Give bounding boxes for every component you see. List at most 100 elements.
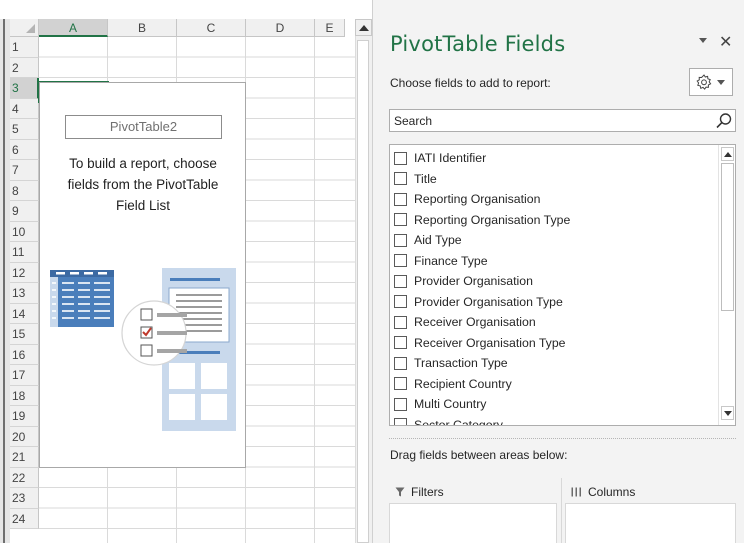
field-list-scroll-down[interactable] [721,406,734,420]
column-header-a[interactable]: A [39,19,108,37]
field-checkbox[interactable] [394,356,407,370]
field-item[interactable]: Reporting Organisation Type [390,210,718,231]
drag-fields-label: Drag fields between areas below: [390,448,568,462]
field-list[interactable]: IATI Identifier Title Reporting Organisati… [389,144,736,426]
select-all-triangle-icon [26,24,35,33]
column-header-d[interactable]: D [246,19,315,37]
field-item[interactable]: Recipient Country [390,374,718,395]
field-item[interactable]: IATI Identifier [390,148,718,169]
row-header-19[interactable]: 19 [10,406,39,427]
areas-divider [561,478,562,543]
row-header-13[interactable]: 13 [10,283,39,304]
field-checkbox[interactable] [394,151,407,165]
row-header-15[interactable]: 15 [10,324,39,345]
row-header-23[interactable]: 23 [10,488,39,509]
field-item[interactable]: Provider Organisation [390,271,718,292]
row-header-4[interactable]: 4 [10,98,39,119]
pivot-hint-text: To build a report, choose fields from th… [48,153,238,216]
columns-area-label: Columns [588,485,636,499]
search-box[interactable] [389,109,736,132]
row-header-20[interactable]: 20 [10,426,39,447]
pane-options-caret-icon[interactable] [699,38,707,43]
pane-splitter[interactable] [389,438,736,439]
sheet-scroll-thumb[interactable] [357,40,369,543]
search-icon[interactable] [715,112,733,130]
row-header-7[interactable]: 7 [10,160,39,181]
row-header-9[interactable]: 9 [10,201,39,222]
field-item[interactable]: Reporting Organisation [390,189,718,210]
row-header-16[interactable]: 16 [10,344,39,365]
field-label: Transaction Type [414,356,508,371]
field-checkbox[interactable] [394,295,407,309]
field-checkbox[interactable] [394,336,407,350]
field-checkbox[interactable] [394,172,407,186]
field-label: Receiver Organisation [414,315,536,330]
row-header-11[interactable]: 11 [10,242,39,263]
field-checkbox[interactable] [394,213,407,227]
filter-funnel-icon [395,487,405,497]
field-list-scrollbar[interactable] [718,145,735,425]
field-label: Sector Category [414,417,503,426]
row-header-12[interactable]: 12 [10,262,39,283]
row-header-24[interactable]: 24 [10,508,39,529]
pivot-hint-line-2: fields from the PivotTable [67,177,219,192]
sheet-scroll-up-button[interactable] [355,19,372,36]
field-checkbox[interactable] [394,315,407,329]
field-item[interactable]: Title [390,169,718,190]
row-header-18[interactable]: 18 [10,385,39,406]
pivot-illustration [50,268,236,431]
field-checkbox[interactable] [394,418,407,425]
field-item[interactable]: Multi Country [390,394,718,415]
row-header-10[interactable]: 10 [10,221,39,242]
field-item[interactable]: Sector Category [390,415,718,426]
field-item[interactable]: Receiver Organisation Type [390,333,718,354]
row-header-8[interactable]: 8 [10,180,39,201]
field-checkbox[interactable] [394,192,407,206]
field-list-scroll-thumb[interactable] [721,163,734,311]
row-header-1[interactable]: 1 [10,37,39,58]
row-header-3[interactable]: 3 [10,78,39,99]
field-checkbox[interactable] [394,397,407,411]
row-header-21[interactable]: 21 [10,447,39,468]
column-header-b[interactable]: B [108,19,177,37]
column-header-e[interactable]: E [315,19,345,37]
scroll-up-arrow-icon [723,151,732,157]
row-header-5[interactable]: 5 [10,119,39,140]
pivot-hint-line-3: Field List [115,198,171,213]
columns-drop-area[interactable] [565,503,736,543]
scroll-down-arrow-icon [723,410,732,416]
field-list-scroll-up[interactable] [721,147,734,161]
choose-fields-label: Choose fields to add to report: [390,76,551,90]
row-header-14[interactable]: 14 [10,303,39,324]
table-illustration-icon [50,270,114,327]
tools-button[interactable] [689,68,733,96]
field-item[interactable]: Aid Type [390,230,718,251]
row-header-22[interactable]: 22 [10,467,39,488]
field-checkbox[interactable] [394,377,407,391]
filters-area-header: Filters [395,485,444,499]
field-checkbox[interactable] [394,274,407,288]
field-checkbox[interactable] [394,254,407,268]
close-icon[interactable]: ✕ [719,32,732,51]
spreadsheet: ABCDE 1 2 3 4 5 6 7 8 9 10 11 12 13 14 15 16 17 18 19 20 21 2… [0,0,372,543]
pivot-placeholder[interactable]: PivotTable2 To build a report, choose fi… [39,82,246,468]
pivot-table-name: PivotTable2 [65,115,222,139]
field-label: Provider Organisation Type [414,294,563,309]
column-header-c[interactable]: C [177,19,246,37]
field-label: Reporting Organisation [414,192,541,207]
row-header-6[interactable]: 6 [10,139,39,160]
column-headers: ABCDE [39,19,372,37]
row-header-2[interactable]: 2 [10,57,39,78]
field-item[interactable]: Transaction Type [390,353,718,374]
field-item[interactable]: Finance Type [390,251,718,272]
pivottable-fields-pane: PivotTable Fields ✕ Choose fields to add… [372,0,744,543]
search-input[interactable] [390,110,710,131]
row-header-17[interactable]: 17 [10,365,39,386]
filters-drop-area[interactable] [389,503,557,543]
field-item[interactable]: Receiver Organisation [390,312,718,333]
field-label: Recipient Country [414,376,512,391]
field-item[interactable]: Provider Organisation Type [390,292,718,313]
select-all-corner[interactable] [10,19,39,37]
field-checkbox[interactable] [394,233,407,247]
pane-title: PivotTable Fields [390,32,566,56]
